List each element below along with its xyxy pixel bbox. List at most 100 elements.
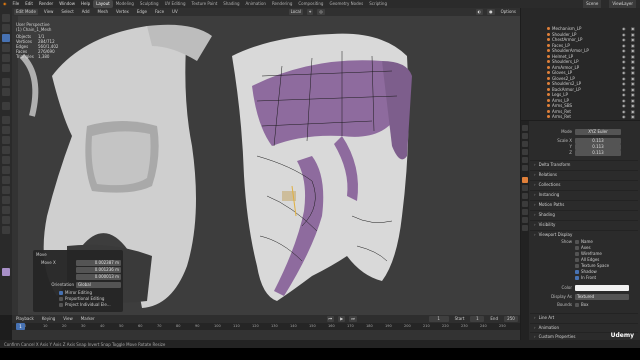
view-layer-selector[interactable]: ViewLayer — [609, 0, 636, 8]
timeline-menu-marker[interactable]: Marker — [79, 316, 97, 322]
menu-edit[interactable]: Edit — [22, 0, 36, 8]
project-individual-checkbox[interactable] — [59, 303, 63, 307]
mirror-editing-option[interactable]: Mirror Editing — [59, 290, 92, 295]
workspace-tab-geometry-nodes[interactable]: Geometry Nodes — [326, 0, 366, 8]
eye-icon[interactable]: ◉ — [622, 114, 626, 120]
data-tab-icon[interactable] — [522, 217, 528, 223]
scale-x-field[interactable]: 0.113 — [575, 138, 621, 144]
viewport-menu-view[interactable]: View — [42, 9, 56, 15]
viewport-display-option[interactable]: Name — [575, 239, 593, 244]
loop-cut-tool-icon[interactable] — [2, 146, 10, 154]
timeline-menu-keying[interactable]: Keying — [40, 316, 57, 322]
transform-tool-icon[interactable] — [2, 64, 10, 72]
world-tab-icon[interactable] — [522, 165, 528, 171]
blender-logo-icon[interactable]: ◉ — [0, 0, 10, 8]
viewport-display-option[interactable]: All Edges — [575, 257, 599, 262]
timeline-menu-playback[interactable]: Playback — [14, 316, 36, 322]
operator-panel[interactable]: Move Move X 0.002387 m 0.001236 m 0.0000… — [33, 250, 123, 312]
section-delta-transform[interactable]: Delta Transform — [530, 160, 638, 167]
shear-tool-icon[interactable] — [2, 216, 10, 224]
mirror-editing-checkbox[interactable] — [59, 291, 63, 295]
move-tool-icon[interactable] — [2, 34, 10, 42]
overlays-icon[interactable]: ◐ — [475, 9, 484, 15]
scale-z-field[interactable]: 0.113 — [575, 150, 621, 156]
spin-tool-icon[interactable] — [2, 176, 10, 184]
move-x-field[interactable]: 0.002387 m — [76, 260, 121, 266]
cursor-tool-icon[interactable] — [2, 24, 10, 32]
viewport-display-option[interactable]: Wireframe — [575, 251, 602, 256]
snap-icon[interactable]: ⌖ — [306, 9, 314, 15]
smooth-tool-icon[interactable] — [2, 186, 10, 194]
tool-tab-icon[interactable] — [522, 125, 528, 131]
workspace-tab-scripting[interactable]: Scripting — [366, 0, 390, 8]
face-sets-tool-icon[interactable] — [2, 268, 10, 276]
viewport-display-option[interactable]: In Front — [575, 275, 596, 280]
move-y-field[interactable]: 0.001236 m — [76, 267, 121, 273]
viewport-display-checkbox[interactable] — [575, 252, 579, 256]
section-visibility[interactable]: Visibility — [530, 220, 638, 227]
render-tab-icon[interactable] — [522, 133, 528, 139]
color-swatch[interactable] — [575, 285, 629, 291]
proportional-editing-option[interactable]: Proportional Editing — [59, 296, 104, 301]
viewport-menu-vertex[interactable]: Vertex — [114, 9, 131, 15]
viewport-menu-mesh[interactable]: Mesh — [96, 9, 111, 15]
play-icon[interactable]: ▶ — [338, 316, 346, 322]
viewport-display-checkbox[interactable] — [575, 246, 579, 250]
current-frame-field[interactable]: 1 — [428, 316, 449, 322]
proportional-edit-icon[interactable]: ◎ — [317, 9, 325, 15]
rotation-mode-dropdown[interactable]: XYZ Euler — [575, 129, 621, 135]
annotate-tool-icon[interactable] — [2, 78, 10, 86]
outliner-item[interactable]: Arms_Ret ◉ ▣ — [521, 114, 640, 120]
move-z-field[interactable]: 0.000013 m — [76, 274, 121, 280]
viewport-menu-add[interactable]: Add — [80, 9, 92, 15]
mode-selector[interactable]: Edit Mode — [14, 9, 38, 15]
rip-tool-icon[interactable] — [2, 226, 10, 234]
particles-tab-icon[interactable] — [522, 193, 528, 199]
edge-slide-tool-icon[interactable] — [2, 196, 10, 204]
timeline-body[interactable] — [12, 330, 520, 340]
workspace-tab-modeling[interactable]: Modeling — [113, 0, 137, 8]
bounds-checkbox[interactable] — [575, 303, 579, 307]
output-tab-icon[interactable] — [522, 141, 528, 147]
bevel-tool-icon[interactable] — [2, 136, 10, 144]
workspace-tab-compositing[interactable]: Compositing — [295, 0, 326, 8]
viewport-display-checkbox[interactable] — [575, 258, 579, 262]
viewport-display-checkbox[interactable] — [575, 240, 579, 244]
jump-start-icon[interactable]: ⏮ — [326, 316, 335, 322]
poly-build-tool-icon[interactable] — [2, 166, 10, 174]
viewport-menu-uv[interactable]: UV — [170, 9, 180, 15]
viewport-display-checkbox[interactable] — [575, 264, 579, 268]
viewport-display-option[interactable]: Texture Space — [575, 263, 609, 268]
material-tab-icon[interactable] — [522, 225, 528, 231]
viewport-menu-face[interactable]: Face — [153, 9, 166, 15]
modifiers-tab-icon[interactable] — [522, 185, 528, 191]
section-viewport-display[interactable]: Viewport Display — [530, 230, 638, 237]
scale-tool-icon[interactable] — [2, 54, 10, 62]
section-relations[interactable]: Relations — [530, 170, 638, 177]
shading-solid-icon[interactable]: ● — [487, 9, 495, 15]
section-shading[interactable]: Shading — [530, 210, 638, 217]
timeline-ruler[interactable]: 0 10 20 30 40 50 60 70 80 90 100 110 120 130 140 150 160… — [12, 323, 520, 330]
inset-tool-icon[interactable] — [2, 126, 10, 134]
menu-window[interactable]: Window — [56, 0, 78, 8]
add-cube-tool-icon[interactable] — [2, 102, 10, 110]
section-collections[interactable]: Collections — [530, 180, 638, 187]
transform-orientation-selector[interactable]: Local — [288, 9, 303, 15]
physics-tab-icon[interactable] — [522, 201, 528, 207]
playhead[interactable]: 1 — [16, 323, 25, 330]
viewport-menu-edge[interactable]: Edge — [135, 9, 149, 15]
menu-render[interactable]: Render — [36, 0, 56, 8]
scene-tab-icon[interactable] — [522, 157, 528, 163]
view-layer-tab-icon[interactable] — [522, 149, 528, 155]
orientation-dropdown[interactable]: Global — [76, 282, 121, 288]
viewport-display-checkbox[interactable] — [575, 276, 579, 280]
viewport-menu-select[interactable]: Select — [59, 9, 75, 15]
viewport-display-checkbox[interactable] — [575, 270, 579, 274]
viewport-display-option[interactable]: Axes — [575, 245, 591, 250]
outliner[interactable]: Mechanism_LP ◉ ▣ Shoulder_LP ◉ ▣ ChestArmor_LP… — [521, 8, 640, 120]
section-animation[interactable]: Animation — [530, 323, 638, 330]
start-frame-field[interactable]: 1 — [470, 316, 485, 322]
proportional-editing-checkbox[interactable] — [59, 297, 63, 301]
section-instancing[interactable]: Instancing — [530, 190, 638, 197]
scene-selector[interactable]: Scene — [583, 0, 602, 8]
